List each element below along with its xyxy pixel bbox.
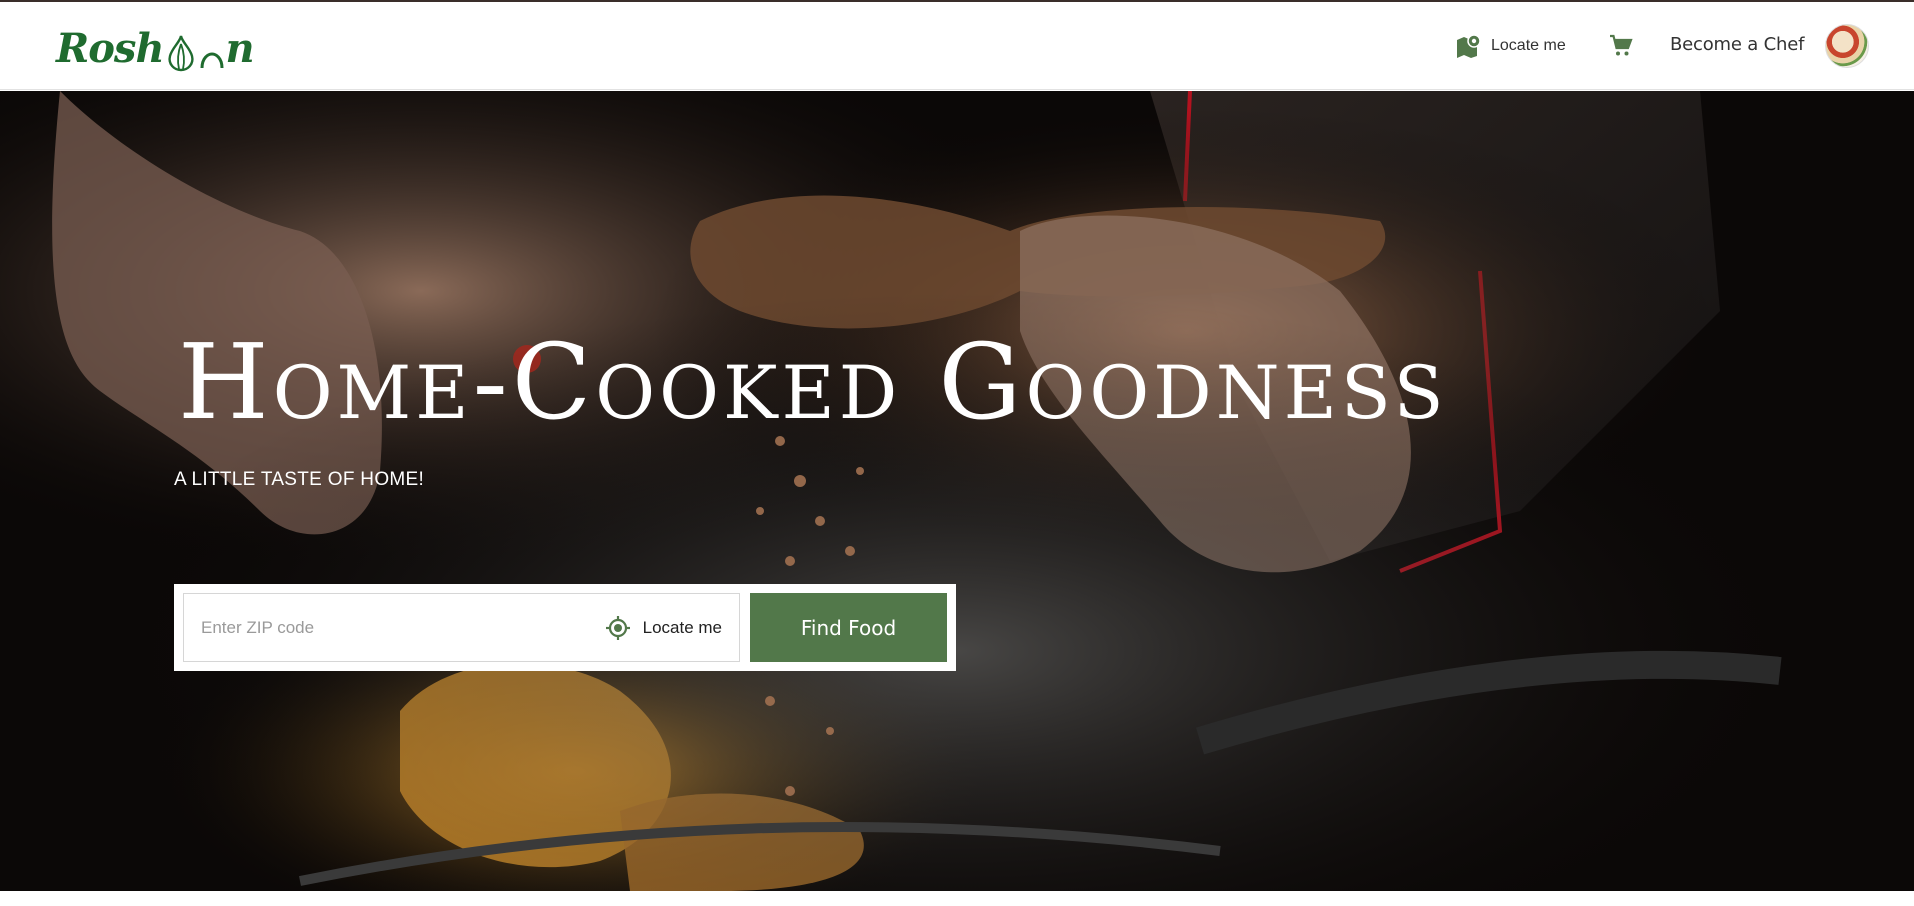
user-avatar[interactable]: [1825, 24, 1869, 68]
hero-title: Home-Cooked Goodness: [178, 321, 1448, 443]
logo[interactable]: Rosh n: [56, 25, 255, 72]
nav-locate-label: Locate me: [1491, 37, 1566, 54]
zip-field-wrapper: Locate me: [183, 593, 740, 662]
garlic-logo-icon-2: [200, 34, 224, 72]
hero-background-image: [0, 91, 1914, 891]
find-food-button[interactable]: Find Food: [750, 593, 947, 662]
map-pin-icon: [1457, 34, 1481, 58]
garlic-logo-icon: [166, 34, 196, 72]
locate-me-button[interactable]: Locate me: [605, 594, 739, 661]
hero-subtitle: A LITTLE TASTE OF HOME!: [174, 469, 425, 490]
zip-search-form: Locate me Find Food: [174, 584, 956, 671]
shopping-cart-icon[interactable]: [1609, 34, 1633, 58]
logo-text-start: Rosh: [56, 25, 165, 72]
crosshair-target-icon: [605, 615, 630, 640]
bottom-strip: [0, 891, 1914, 906]
zip-code-input[interactable]: [184, 594, 605, 661]
locate-me-label: Locate me: [642, 617, 722, 637]
nav-locate-me-link[interactable]: Locate me: [1455, 32, 1566, 60]
become-a-chef-link[interactable]: Become a Chef: [1670, 34, 1804, 55]
logo-text-end: n: [225, 25, 255, 72]
hero-section: Home-Cooked Goodness A LITTLE TASTE OF H…: [0, 91, 1914, 891]
site-header: Rosh n Locate me Become a Chef: [0, 2, 1914, 90]
